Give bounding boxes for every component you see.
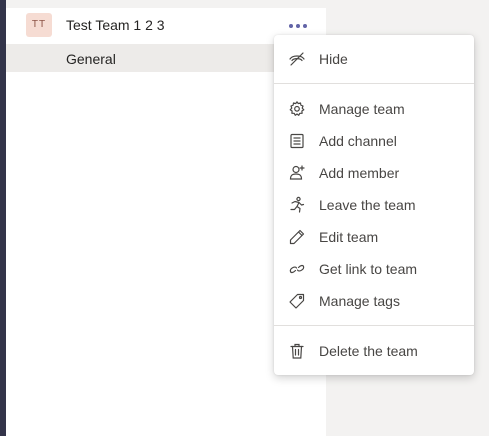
menu-item-label: Manage tags: [319, 293, 400, 309]
leave-icon: [288, 196, 306, 214]
team-avatar: TT: [26, 13, 52, 37]
pencil-icon: [288, 228, 306, 246]
channel-icon: [288, 132, 306, 150]
menu-item-add-channel[interactable]: Add channel: [274, 126, 474, 156]
menu-item-label: Delete the team: [319, 343, 418, 359]
gear-icon: [288, 100, 306, 118]
menu-item-delete-team[interactable]: Delete the team: [274, 336, 474, 366]
channel-label: General: [66, 51, 116, 67]
menu-item-label: Add channel: [319, 133, 397, 149]
menu-item-label: Edit team: [319, 229, 379, 245]
more-dot: [296, 24, 300, 28]
menu-item-manage-tags[interactable]: Manage tags: [274, 286, 474, 316]
hide-icon: [288, 50, 306, 68]
menu-item-manage-team[interactable]: Manage team: [274, 94, 474, 124]
menu-item-add-member[interactable]: Add member: [274, 158, 474, 188]
menu-item-label: Leave the team: [319, 197, 416, 213]
menu-divider: [274, 325, 474, 326]
top-strip: [6, 0, 326, 8]
team-context-menu: Hide Manage team Add channel Add member …: [274, 35, 474, 375]
teams-app: TT Test Team 1 2 3 General Hide Manage t…: [0, 0, 489, 436]
menu-item-label: Hide: [319, 51, 348, 67]
more-dot: [289, 24, 293, 28]
menu-item-edit-team[interactable]: Edit team: [274, 222, 474, 252]
more-options-icon[interactable]: [288, 19, 308, 33]
add-person-icon: [288, 164, 306, 182]
link-icon: [288, 260, 306, 278]
menu-item-label: Add member: [319, 165, 400, 181]
menu-item-hide[interactable]: Hide: [274, 44, 474, 74]
menu-divider: [274, 83, 474, 84]
menu-item-label: Get link to team: [319, 261, 418, 277]
team-name: Test Team 1 2 3: [66, 17, 165, 33]
more-dot: [303, 24, 307, 28]
menu-item-label: Manage team: [319, 101, 405, 117]
menu-item-get-link[interactable]: Get link to team: [274, 254, 474, 284]
menu-item-leave-team[interactable]: Leave the team: [274, 190, 474, 220]
trash-icon: [288, 342, 306, 360]
tag-icon: [288, 292, 306, 310]
